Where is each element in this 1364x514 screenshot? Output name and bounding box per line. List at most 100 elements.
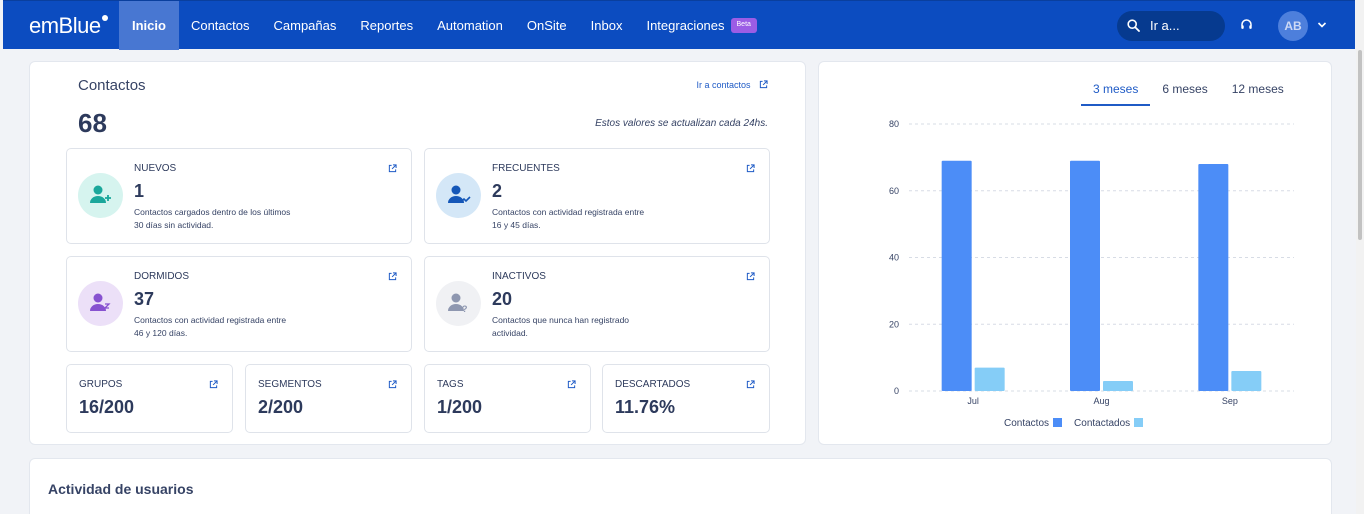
tab-6-meses[interactable]: 6 meses [1150,80,1219,106]
top-nav-bar: emBlue Inicio Contactos Campañas Reporte… [3,0,1355,50]
stat-label: DORMIDOS [134,271,189,282]
x-tick-label: Sep [1222,396,1238,406]
emblue-logo[interactable]: emBlue [29,13,108,39]
stat-description-line: Contactos que nunca han registrado [492,315,630,325]
stat-value: 1/200 [437,397,483,417]
stat-description: Contactos que nunca han registrado activi… [492,314,682,340]
period-tabs: 3 meses 6 meses 12 meses [1081,80,1296,106]
chart-legend: Contactos Contactados [1004,417,1155,429]
stat-description-line: 30 días sin actividad. [134,220,214,230]
legend-label: Contactos [1004,418,1050,429]
nav-integraciones-label: Integraciones [646,18,725,33]
nav-inbox[interactable]: Inbox [579,1,635,50]
stat-icon-circle: ? [436,281,481,326]
user-plus-icon [90,185,111,203]
go-to-contacts-label: Ir a contactos [696,80,751,90]
nav-campanas[interactable]: Campañas [262,1,349,50]
stat-description-line: Contactos con actividad registrada entre [134,315,287,325]
stat-label: FRECUENTES [492,163,560,174]
stat-value: 20 [492,289,513,309]
stat-description-line: 16 y 45 días. [492,220,541,230]
legend-item-contactos[interactable]: Contactos [1004,417,1063,429]
stat-label: NUEVOS [134,163,177,174]
stat-description-line: 46 y 120 días. [134,328,188,338]
external-link-icon[interactable] [567,380,576,389]
stat-label: INACTIVOS [492,271,546,282]
stat-value: 11.76% [615,397,676,417]
y-tick-label: 60 [889,186,899,196]
update-note: Estos valores se actualizan cada 24hs. [595,118,768,129]
legend-label: Contactados [1074,418,1131,429]
main-nav: Inicio Contactos Campañas Reportes Autom… [119,1,769,50]
contacts-bar-chart: 0 20 40 60 80 Jul Aug Sep [889,119,1294,406]
stat-description: Contactos con actividad registrada entre… [492,206,682,232]
chevron-down-icon[interactable] [1317,21,1327,29]
user-question-icon: ? [448,293,468,314]
page-scrollbar[interactable] [1356,0,1364,514]
stat-card-tags[interactable]: TAGS 1/200 [424,364,591,433]
bar-contactos-jul [941,160,972,391]
user-avatar[interactable]: AB [1278,11,1308,41]
search-input[interactable]: Ir a... [1117,11,1225,41]
x-tick-label: Aug [1093,396,1109,406]
stat-icon-circle [436,173,481,218]
stat-card-dormidos[interactable]: DORMIDOS 37 Contactos con actividad regi… [66,256,412,352]
y-tick-label: 0 [894,386,899,396]
external-link-icon[interactable] [746,272,755,281]
external-link-icon[interactable] [746,164,755,173]
legend-swatch [1053,417,1063,427]
contacts-title: Contactos [78,77,146,94]
logo-text: emBlue [29,13,101,38]
nav-onsite[interactable]: OnSite [515,1,579,50]
stat-card-frecuentes[interactable]: FRECUENTES 2 Contactos con actividad reg… [424,148,770,244]
stat-label: TAGS [437,379,464,390]
y-tick-label: 20 [889,319,899,329]
stat-description: Contactos con actividad registrada entre… [134,314,324,340]
tab-3-meses[interactable]: 3 meses [1081,80,1151,106]
nav-reportes[interactable]: Reportes [348,1,425,50]
stat-card-grupos[interactable]: GRUPOS 16/200 [66,364,233,433]
stat-value: 16/200 [79,397,135,417]
user-sleep-icon [90,293,111,311]
beta-badge: Beta [730,18,757,34]
legend-swatch [1134,417,1144,427]
external-link-icon[interactable] [388,380,397,389]
search-icon [1127,19,1140,32]
y-tick-label: 40 [889,253,899,263]
stat-value: 1 [134,181,145,201]
go-to-contacts-link[interactable]: Ir a contactos [696,80,768,90]
external-link-icon[interactable] [388,164,397,173]
nav-integraciones[interactable]: Integraciones Beta [634,1,768,50]
nav-inicio[interactable]: Inicio [119,1,179,50]
stat-value: 2 [492,181,503,201]
stat-description-line: actividad. [492,328,528,338]
nav-contactos[interactable]: Contactos [179,1,262,50]
x-tick-label: Jul [967,396,979,406]
stat-icon-circle [78,173,123,218]
tab-12-meses[interactable]: 12 meses [1220,80,1296,106]
external-link-icon[interactable] [209,380,218,389]
scrollbar-thumb[interactable] [1358,50,1362,240]
stat-label: SEGMENTOS [258,379,322,390]
stat-card-inactivos[interactable]: ? INACTIVOS 20 Contactos que nunca han r… [424,256,770,352]
external-link-icon[interactable] [746,380,755,389]
svg-text:?: ? [462,304,468,314]
stat-card-nuevos[interactable]: NUEVOS 1 Contactos cargados dentro de lo… [66,148,412,244]
stat-value: 2/200 [258,397,304,417]
legend-item-contactados[interactable]: Contactados [1074,417,1144,429]
headset-icon[interactable] [1240,18,1253,31]
bar-contactados-aug [1103,380,1133,391]
stat-description-line: Contactos con actividad registrada entre [492,207,645,217]
bar-contactados-sep [1231,370,1262,391]
contacts-card: Contactos Ir a contactos 68 Estos valore… [29,61,806,445]
stat-label: GRUPOS [79,379,123,390]
search-placeholder: Ir a... [1150,18,1180,33]
stat-card-segmentos[interactable]: SEGMENTOS 2/200 [245,364,412,433]
user-trend-icon [448,185,471,203]
activity-title: Actividad de usuarios [48,481,194,497]
external-link-icon [759,80,768,89]
external-link-icon[interactable] [388,272,397,281]
stat-card-descartados[interactable]: DESCARTADOS 11.76% [602,364,770,433]
contacts-total: 68 [78,108,107,138]
nav-automation[interactable]: Automation [425,1,515,50]
